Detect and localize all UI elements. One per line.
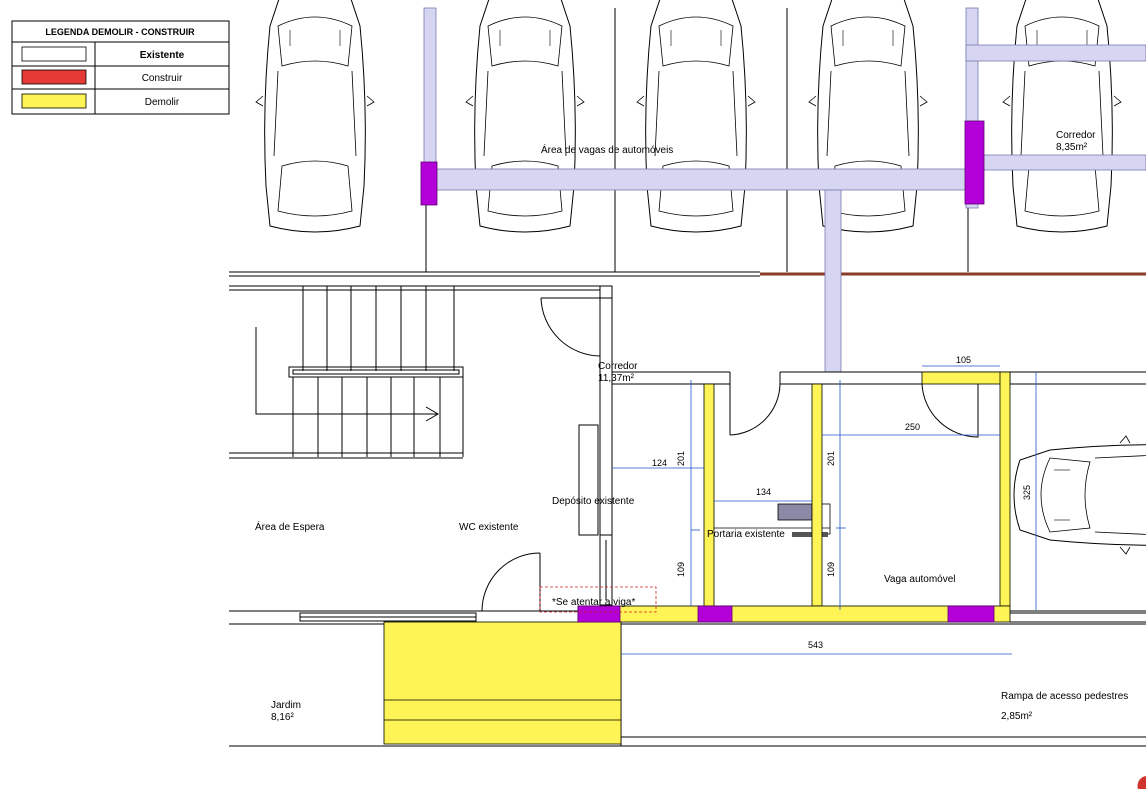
garage-car [1013,435,1146,555]
edge-mark [1137,776,1146,789]
dim-201-left: 201 [676,451,686,466]
garden-area: 8,16² [271,712,294,723]
legend-swatch-existente [21,46,87,62]
ramp-area: 2,85m² [1001,711,1033,722]
staircase [229,285,464,459]
wc-label: WC existente [459,522,519,533]
corridor-mid-area: 11,37m² [598,373,635,384]
legend-title: LEGENDA DEMOLIR - CONSTRUIR [45,27,195,37]
corridor-mid-label: Corredor [598,361,638,372]
floor-plan: LEGENDA DEMOLIR - CONSTRUIR Existente Co… [11,0,1146,789]
parked-cars [255,0,1122,233]
dim-105: 105 [956,355,971,365]
legend-swatch-demolir [21,93,87,109]
vaga-label: Vaga automóvel [884,574,956,585]
dim-325: 325 [1022,485,1032,500]
legend-label-construir: Construir [142,73,183,84]
corridor-top-label: Corredor [1056,130,1096,141]
pillar [577,605,621,623]
dim-543: 543 [808,640,823,650]
dim-250: 250 [905,422,920,432]
pillar [947,605,995,623]
dim-124: 124 [652,458,667,468]
legend-label-existente: Existente [140,50,185,61]
deposito-label: Depósito existente [552,496,635,507]
garden-label: Jardim [271,700,301,711]
legend-label-demolir: Demolir [145,97,180,108]
corridor-top-area: 8,35m² [1056,142,1088,153]
legend: LEGENDA DEMOLIR - CONSTRUIR Existente Co… [11,20,230,115]
portaria-label: Portaria existente [707,529,785,540]
dim-134: 134 [756,487,771,497]
dim-109-left: 109 [676,562,686,577]
beam-note: *Se atentar a viga* [552,597,635,608]
parking-area-label: Área de vagas de automóveis [541,143,673,156]
dim-201-right: 201 [826,451,836,466]
legend-swatch-construir [21,69,87,85]
waiting-area-label: Área de Espera [255,520,325,533]
pillar [697,605,733,623]
ramp-label: Rampa de acesso pedestres [1001,691,1128,702]
dim-109-right: 109 [826,562,836,577]
